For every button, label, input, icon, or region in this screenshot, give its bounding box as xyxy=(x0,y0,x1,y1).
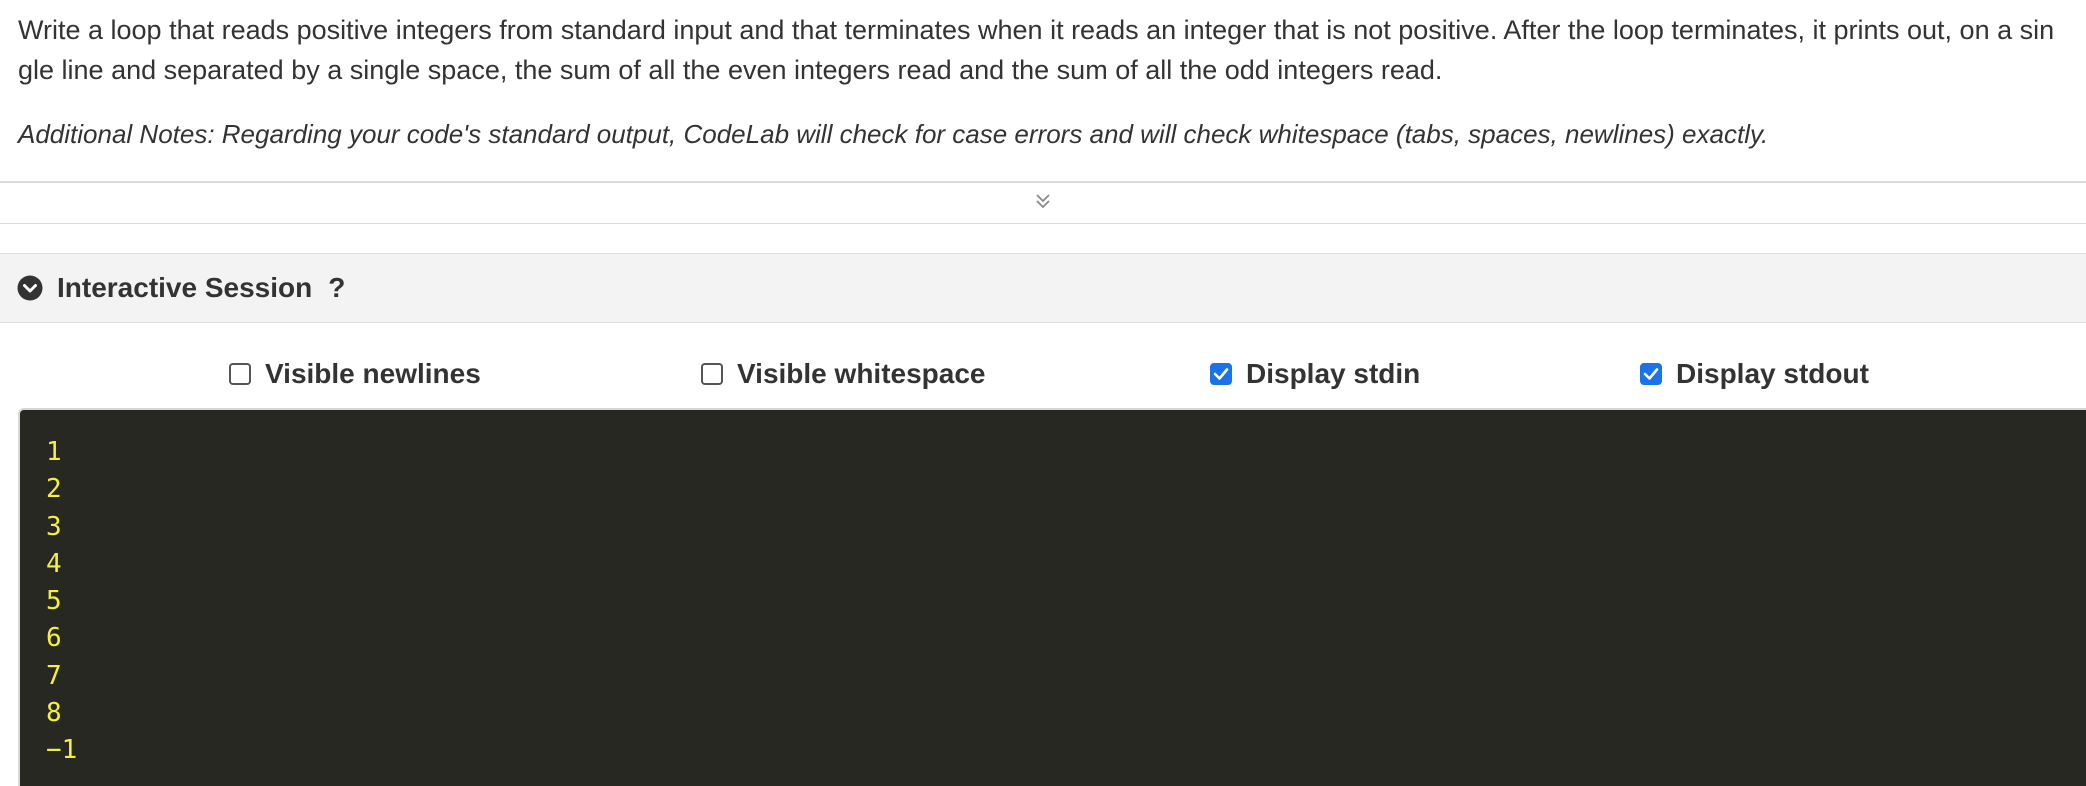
stdin-line: 7 xyxy=(46,660,62,691)
display-stdin-label: Display stdin xyxy=(1246,358,1421,389)
display-options: Visible newlines Visible whitespace Disp… xyxy=(0,350,2086,398)
expand-problem-button[interactable] xyxy=(0,183,2086,223)
chevron-circle-down-icon[interactable] xyxy=(17,275,43,301)
session-title: Interactive Session xyxy=(57,272,313,303)
visible-whitespace-checkbox[interactable] xyxy=(701,363,723,385)
display-stdin-checkbox[interactable] xyxy=(1210,363,1232,385)
stdin-line: 6 xyxy=(46,623,62,654)
stdin-line: −1 xyxy=(46,735,78,766)
interactive-session-header[interactable]: Interactive Session ? xyxy=(0,253,2086,323)
display-stdout-checkbox[interactable] xyxy=(1640,363,1662,385)
stdin-line: 3 xyxy=(46,511,62,542)
visible-whitespace-option[interactable]: Visible whitespace xyxy=(701,350,986,398)
display-stdout-label: Display stdout xyxy=(1676,358,1869,389)
visible-newlines-checkbox[interactable] xyxy=(229,363,251,385)
help-button[interactable]: ? xyxy=(328,272,345,304)
stdin-line: 2 xyxy=(46,474,62,505)
stdin-line: 5 xyxy=(46,586,62,617)
stdin-lines: 1 2 3 4 5 6 7 8 −1 xyxy=(46,434,77,770)
stdin-line: 4 xyxy=(46,548,62,579)
visible-newlines-option[interactable]: Visible newlines xyxy=(229,350,481,398)
display-stdout-option[interactable]: Display stdout xyxy=(1640,350,1869,398)
checkmark-icon xyxy=(1213,368,1229,380)
double-chevron-down-icon xyxy=(1034,191,1052,216)
interactive-terminal[interactable]: 1 2 3 4 5 6 7 8 −1 xyxy=(18,408,2086,786)
checkmark-icon xyxy=(1643,368,1659,380)
divider xyxy=(0,223,2086,224)
visible-whitespace-label: Visible whitespace xyxy=(737,358,986,389)
stdin-line: 8 xyxy=(46,698,62,729)
problem-statement: Write a loop that reads positive integer… xyxy=(18,15,2055,85)
display-stdin-option[interactable]: Display stdin xyxy=(1210,350,1420,398)
visible-newlines-label: Visible newlines xyxy=(265,358,481,389)
stdin-line: 1 xyxy=(46,437,62,467)
additional-notes: Additional Notes: Regarding your code's … xyxy=(18,119,1769,149)
